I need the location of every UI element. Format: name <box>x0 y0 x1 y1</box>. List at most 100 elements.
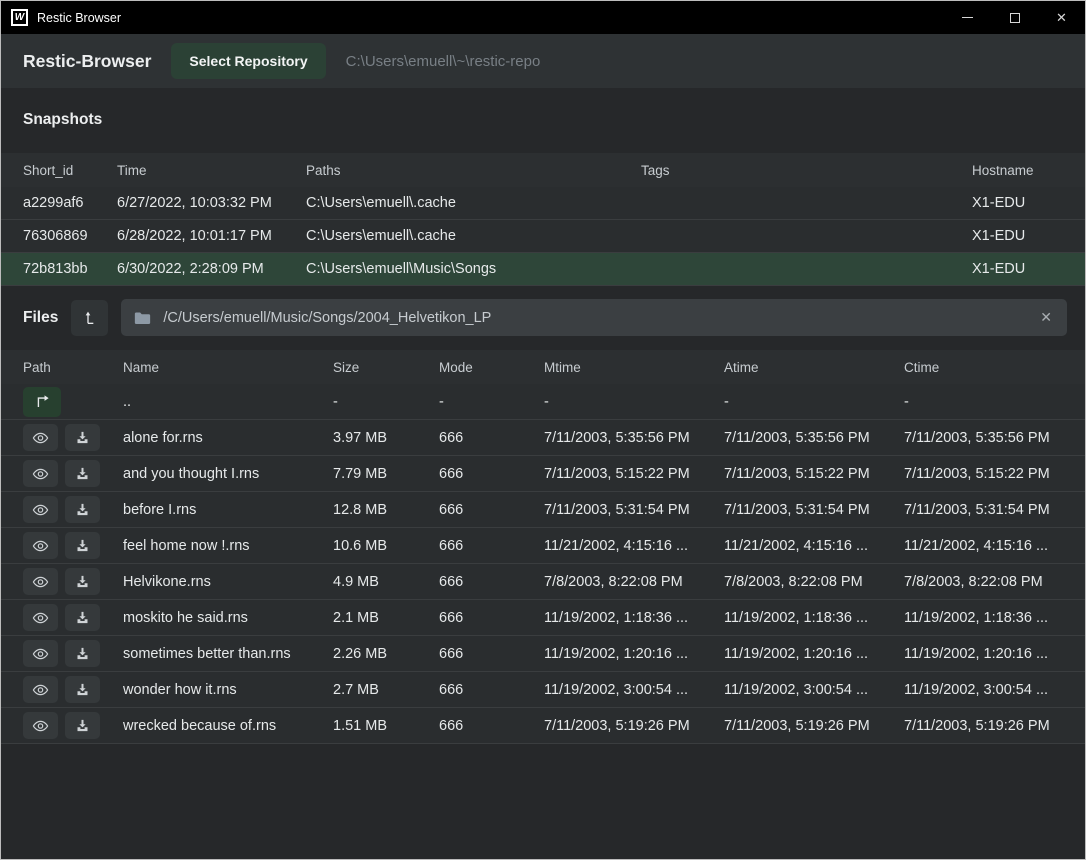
clear-path-button[interactable]: ✕ <box>1038 309 1054 326</box>
download-file-button[interactable] <box>65 712 100 739</box>
file-row[interactable]: wonder how it.rns 2.7 MB 666 11/19/2002,… <box>1 672 1085 708</box>
file-name: and you thought I.rns <box>123 466 333 482</box>
parent-dir-name: .. <box>123 394 333 410</box>
file-size: 2.7 MB <box>333 682 439 698</box>
file-size: 2.26 MB <box>333 646 439 662</box>
snapshot-row[interactable]: a2299af6 6/27/2022, 10:03:32 PM C:\Users… <box>1 187 1085 220</box>
preview-file-button[interactable] <box>23 496 58 523</box>
file-row[interactable]: feel home now !.rns 10.6 MB 666 11/21/20… <box>1 528 1085 564</box>
file-row[interactable]: wrecked because of.rns 1.51 MB 666 7/11/… <box>1 708 1085 744</box>
file-atime: 7/11/2003, 5:35:56 PM <box>724 430 904 446</box>
snapshot-paths: C:\Users\emuell\Music\Songs <box>306 261 641 277</box>
file-row[interactable]: moskito he said.rns 2.1 MB 666 11/19/200… <box>1 600 1085 636</box>
file-atime: 11/19/2002, 1:18:36 ... <box>724 610 904 626</box>
column-header-name: Name <box>123 360 333 375</box>
window-controls: ✕ <box>944 1 1085 34</box>
snapshot-row[interactable]: 72b813bb 6/30/2022, 2:28:09 PM C:\Users\… <box>1 253 1085 286</box>
download-icon <box>75 682 90 697</box>
snapshots-title: Snapshots <box>23 111 1085 129</box>
file-row[interactable]: alone for.rns 3.97 MB 666 7/11/2003, 5:3… <box>1 420 1085 456</box>
titlebar: W Restic Browser ✕ <box>1 1 1085 34</box>
file-name: alone for.rns <box>123 430 333 446</box>
snapshot-row[interactable]: 76306869 6/28/2022, 10:01:17 PM C:\Users… <box>1 220 1085 253</box>
download-icon <box>75 646 90 661</box>
column-header-tags: Tags <box>641 163 972 178</box>
preview-file-button[interactable] <box>23 424 58 451</box>
file-name: wrecked because of.rns <box>123 718 333 734</box>
preview-file-button[interactable] <box>23 712 58 739</box>
file-mtime: 7/11/2003, 5:31:54 PM <box>544 502 724 518</box>
files-title: Files <box>23 309 58 327</box>
wails-logo-icon: W <box>11 9 28 26</box>
file-row[interactable]: sometimes better than.rns 2.26 MB 666 11… <box>1 636 1085 672</box>
file-ctime: 7/8/2003, 8:22:08 PM <box>904 574 1063 590</box>
download-file-button[interactable] <box>65 676 100 703</box>
files-bar: Files ✕ <box>1 299 1085 336</box>
path-field[interactable]: ✕ <box>121 299 1067 336</box>
download-file-button[interactable] <box>65 568 100 595</box>
file-ctime: 7/11/2003, 5:35:56 PM <box>904 430 1063 446</box>
parent-dir-atime: - <box>724 394 904 410</box>
preview-file-button[interactable] <box>23 604 58 631</box>
file-row[interactable]: before I.rns 12.8 MB 666 7/11/2003, 5:31… <box>1 492 1085 528</box>
file-size: 1.51 MB <box>333 718 439 734</box>
parent-dir-row[interactable]: .. - - - - - <box>1 384 1085 420</box>
download-icon <box>75 466 90 481</box>
preview-file-button[interactable] <box>23 460 58 487</box>
file-ctime: 11/19/2002, 1:20:16 ... <box>904 646 1063 662</box>
preview-file-button[interactable] <box>23 676 58 703</box>
download-file-button[interactable] <box>65 532 100 559</box>
column-header-hostname: Hostname <box>972 163 1063 178</box>
download-icon <box>75 538 90 553</box>
column-header-mode: Mode <box>439 360 544 375</box>
file-atime: 11/21/2002, 4:15:16 ... <box>724 538 904 554</box>
file-mode: 666 <box>439 502 544 518</box>
file-row[interactable]: Helvikone.rns 4.9 MB 666 7/8/2003, 8:22:… <box>1 564 1085 600</box>
file-mode: 666 <box>439 646 544 662</box>
preview-file-button[interactable] <box>23 640 58 667</box>
file-size: 2.1 MB <box>333 610 439 626</box>
file-mode: 666 <box>439 718 544 734</box>
parent-dir-mode: - <box>439 394 544 410</box>
preview-file-button[interactable] <box>23 532 58 559</box>
app-title: Restic-Browser <box>23 51 151 72</box>
eye-icon <box>32 539 49 553</box>
file-name: Helvikone.rns <box>123 574 333 590</box>
go-to-root-button[interactable] <box>71 300 108 336</box>
close-button[interactable]: ✕ <box>1038 1 1085 34</box>
path-input[interactable] <box>161 309 1028 327</box>
download-icon <box>75 610 90 625</box>
file-name: before I.rns <box>123 502 333 518</box>
column-header-short-id: Short_id <box>23 163 117 178</box>
snapshot-paths: C:\Users\emuell\.cache <box>306 195 641 211</box>
maximize-button[interactable] <box>991 1 1038 34</box>
file-size: 4.9 MB <box>333 574 439 590</box>
file-mode: 666 <box>439 682 544 698</box>
file-mtime: 7/11/2003, 5:35:56 PM <box>544 430 724 446</box>
file-atime: 11/19/2002, 1:20:16 ... <box>724 646 904 662</box>
download-file-button[interactable] <box>65 460 100 487</box>
snapshot-hostname: X1-EDU <box>972 195 1063 211</box>
minimize-button[interactable] <box>944 1 991 34</box>
file-atime: 11/19/2002, 3:00:54 ... <box>724 682 904 698</box>
file-atime: 7/8/2003, 8:22:08 PM <box>724 574 904 590</box>
file-size: 12.8 MB <box>333 502 439 518</box>
file-mode: 666 <box>439 430 544 446</box>
snapshot-short-id: 76306869 <box>23 228 117 244</box>
download-file-button[interactable] <box>65 604 100 631</box>
file-row[interactable]: and you thought I.rns 7.79 MB 666 7/11/2… <box>1 456 1085 492</box>
download-file-button[interactable] <box>65 424 100 451</box>
download-file-button[interactable] <box>65 496 100 523</box>
file-ctime: 11/19/2002, 1:18:36 ... <box>904 610 1063 626</box>
download-icon <box>75 430 90 445</box>
preview-file-button[interactable] <box>23 568 58 595</box>
eye-icon <box>32 683 49 697</box>
up-directory-button[interactable] <box>23 387 61 417</box>
download-file-button[interactable] <box>65 640 100 667</box>
column-header-mtime: Mtime <box>544 360 724 375</box>
select-repository-button[interactable]: Select Repository <box>171 43 325 79</box>
files-table-body: alone for.rns 3.97 MB 666 7/11/2003, 5:3… <box>1 420 1085 744</box>
snapshots-table-body: a2299af6 6/27/2022, 10:03:32 PM C:\Users… <box>1 187 1085 286</box>
app-window: W Restic Browser ✕ Restic-Browser Select… <box>0 0 1086 860</box>
eye-icon <box>32 467 49 481</box>
